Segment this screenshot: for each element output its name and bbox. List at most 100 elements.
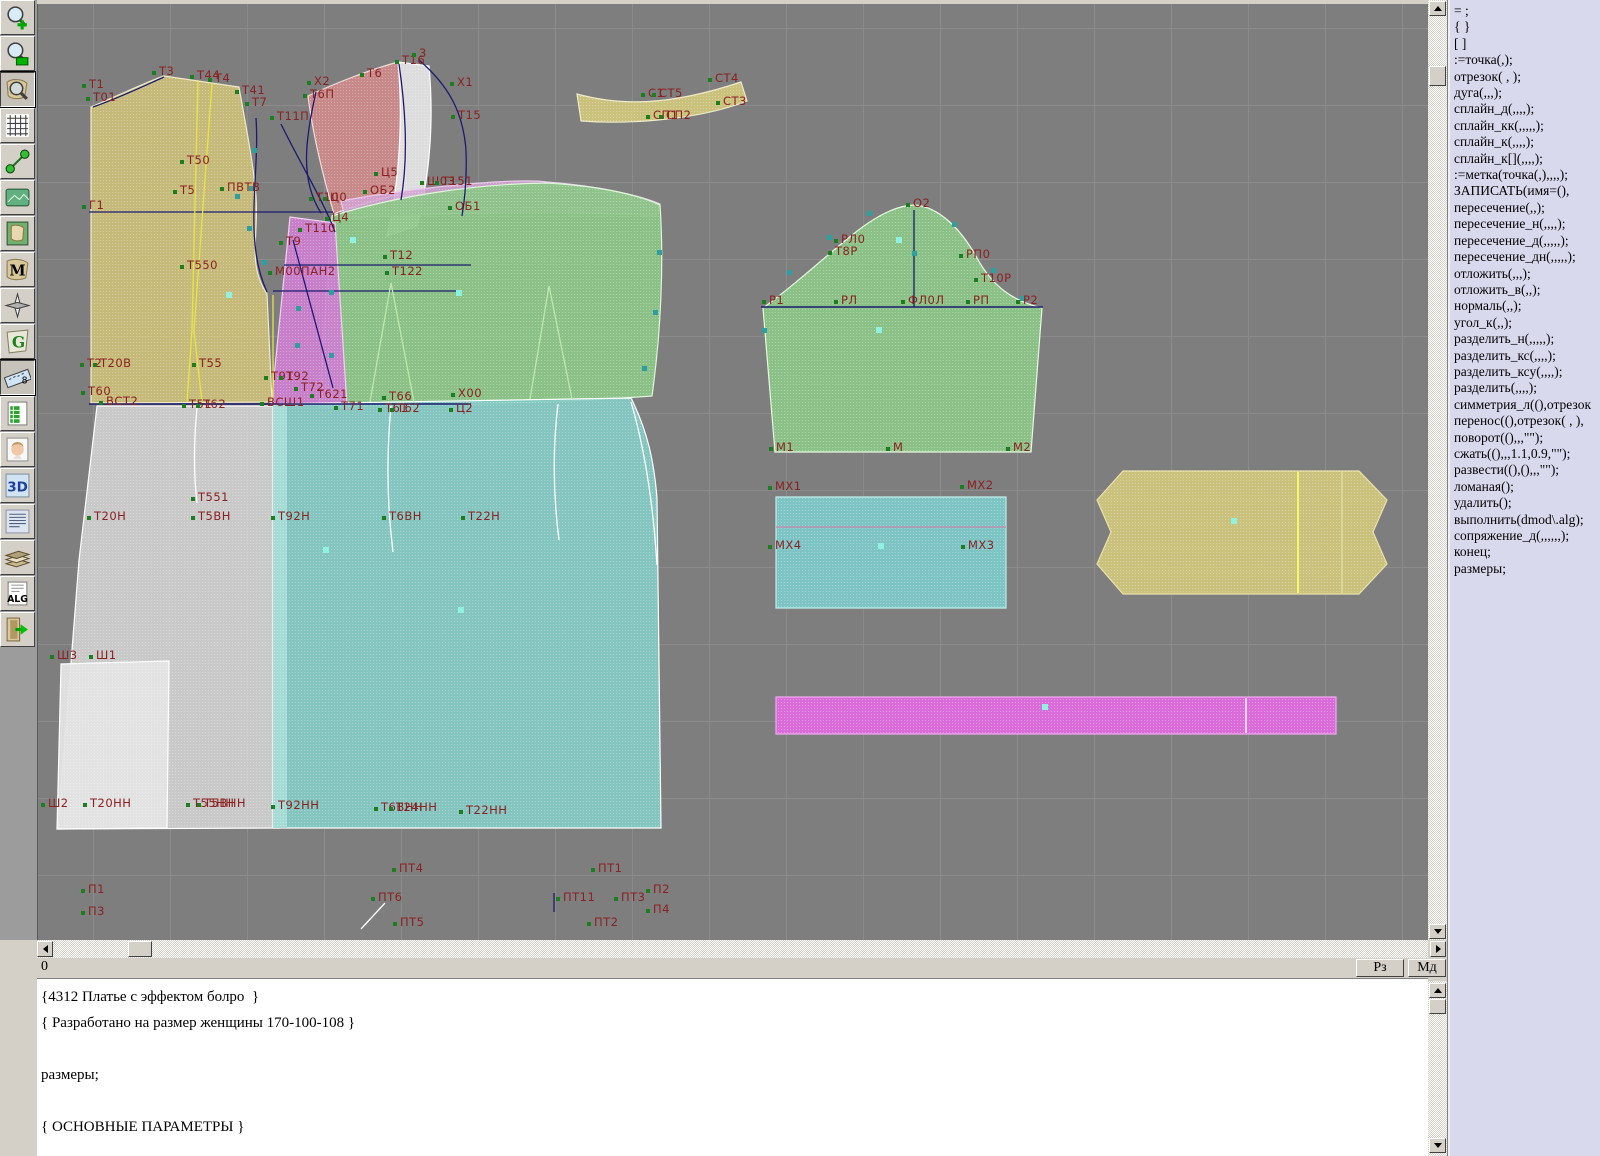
command-item[interactable]: сжать((),,,1.1,0.9,""); [1454,446,1600,462]
curve-node-marker[interactable] [295,343,300,348]
text-list-icon[interactable] [0,504,35,539]
alg-icon[interactable]: ALG [0,576,35,611]
piece-center-marker[interactable] [226,292,232,298]
piece-center-marker[interactable] [456,290,462,296]
zoom-in-icon[interactable] [0,0,35,35]
point-marker[interactable] [191,516,195,520]
books-icon[interactable] [0,540,35,575]
point-marker[interactable] [641,93,645,97]
piece-center-marker[interactable] [458,607,464,613]
piece-center-marker[interactable] [323,547,329,553]
point-marker[interactable] [82,84,86,88]
editor-scroll-up-button[interactable] [1429,983,1446,998]
editor-vscroll-thumb[interactable] [1429,999,1446,1014]
curve-node-marker[interactable] [787,270,792,275]
command-item[interactable]: сопряжение_д(,,,,,,); [1454,528,1600,544]
command-item[interactable]: размеры; [1454,561,1600,577]
point-marker[interactable] [323,197,327,201]
scroll-left-button[interactable] [37,941,53,957]
ruler-icon[interactable]: 8 [0,360,35,395]
command-item[interactable]: дуга(,,,); [1454,85,1600,101]
point-marker[interactable] [99,401,103,405]
command-item[interactable]: = ; [1454,3,1600,19]
canvas-hscrollbar[interactable] [37,940,1428,958]
piece-center-marker[interactable] [878,543,884,549]
piece-center-marker[interactable] [876,327,882,333]
command-item[interactable]: развести((),(),,,""); [1454,462,1600,478]
point-marker[interactable] [906,203,910,207]
command-item[interactable]: выполнить(dmod\.alg); [1454,512,1600,528]
editor-vscrollbar[interactable] [1428,981,1447,1156]
point-marker[interactable] [385,271,389,275]
curve-node-marker[interactable] [235,194,240,199]
point-marker[interactable] [716,101,720,105]
point-marker[interactable] [260,402,264,406]
command-item[interactable]: пересечение_д(,,,,,); [1454,233,1600,249]
command-item[interactable]: отложить(,,,); [1454,266,1600,282]
point-marker[interactable] [374,172,378,176]
curve-node-marker[interactable] [762,328,767,333]
curve-node-marker[interactable] [252,148,257,153]
exit-icon[interactable] [0,612,35,647]
point-marker[interactable] [769,447,773,451]
image-icon[interactable] [0,180,35,215]
model-photo-icon[interactable] [0,432,35,467]
point-marker[interactable] [152,71,156,75]
point-marker[interactable] [197,803,201,807]
zoom-window-icon[interactable] [0,36,35,71]
drawing-canvas[interactable]: Т1Т01Т3Т44Т4Т41Т7Т50Т5ПВТВГ1Т550Т2Т20ВТ5… [37,4,1428,940]
point-marker[interactable] [81,911,85,915]
point-marker[interactable] [294,387,298,391]
piece-center-marker[interactable] [896,237,902,243]
point-marker[interactable] [828,251,832,255]
piece-center-marker[interactable] [1042,704,1048,710]
scroll-up-button[interactable] [1429,1,1446,16]
point-marker[interactable] [587,922,591,926]
point-marker[interactable] [93,363,97,367]
canvas-vscrollbar[interactable] [1428,0,1447,940]
point-marker[interactable] [459,810,463,814]
point-marker[interactable] [271,516,275,520]
command-item[interactable]: разделить_кс(,,,,); [1454,348,1600,364]
point-marker[interactable] [461,516,465,520]
rz-button[interactable]: Рз [1356,959,1404,977]
pattern-g-icon[interactable]: G [0,324,35,359]
point-marker[interactable] [389,807,393,811]
point-marker[interactable] [264,376,268,380]
point-marker[interactable] [80,363,84,367]
point-marker[interactable] [1006,447,1010,451]
measure-line-icon[interactable] [0,144,35,179]
preview-pattern-icon[interactable] [0,72,35,107]
point-marker[interactable] [556,897,560,901]
grid-icon[interactable] [0,108,35,143]
piece-center-marker[interactable] [350,237,356,243]
point-marker[interactable] [378,408,382,412]
point-marker[interactable] [309,197,313,201]
point-marker[interactable] [383,255,387,259]
command-item[interactable]: пересечение_н(,,,,); [1454,216,1600,232]
point-marker[interactable] [451,393,455,397]
point-marker[interactable] [392,868,396,872]
point-marker[interactable] [420,181,424,185]
point-marker[interactable] [659,115,663,119]
point-marker[interactable] [834,239,838,243]
point-marker[interactable] [448,206,452,210]
curve-node-marker[interactable] [329,290,334,295]
compass-icon[interactable] [0,288,35,323]
command-item[interactable]: сплайн_к[](,,,,); [1454,151,1600,167]
md-button[interactable]: Мд [1408,959,1446,977]
curve-node-marker[interactable] [247,226,252,231]
command-item[interactable]: отрезок( , ); [1454,69,1600,85]
point-marker[interactable] [270,116,274,120]
command-item[interactable]: ломаная(); [1454,479,1600,495]
point-marker[interactable] [82,205,86,209]
point-marker[interactable] [614,897,618,901]
point-marker[interactable] [360,73,364,77]
command-item[interactable]: разделить_ксу(,,,,); [1454,364,1600,380]
table-icon[interactable] [0,396,35,431]
point-marker[interactable] [450,82,454,86]
curve-node-marker[interactable] [867,211,872,216]
scroll-down-button[interactable] [1429,924,1446,939]
command-item[interactable]: сплайн_кк(,,,,,); [1454,118,1600,134]
point-marker[interactable] [966,300,970,304]
